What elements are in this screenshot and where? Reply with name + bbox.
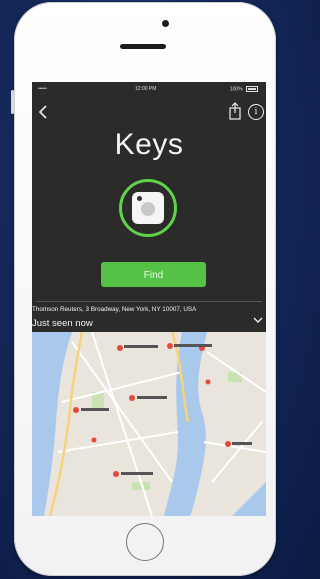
app-screen: ••••• 12:00 PM 100% i Keys Find Thomson … (32, 82, 266, 516)
status-time: 12:00 PM (135, 86, 157, 92)
side-button (11, 90, 14, 114)
location-address: Thomson Reuters, 3 Broadway, New York, N… (32, 306, 197, 313)
location-map[interactable] (32, 331, 266, 516)
share-button[interactable] (228, 102, 242, 120)
chevron-left-icon (38, 105, 47, 119)
divider (36, 301, 262, 302)
item-title: Keys (114, 128, 184, 161)
tile-device-ring[interactable] (119, 179, 177, 237)
tile-keyring-hole (137, 196, 142, 201)
earpiece-speaker (120, 44, 166, 49)
status-bar: ••••• 12:00 PM 100% (32, 82, 266, 96)
front-camera (162, 20, 169, 27)
battery-status: 100% (230, 86, 258, 92)
last-seen-text: Just seen now (32, 318, 93, 329)
find-button[interactable]: Find (101, 262, 206, 287)
battery-icon (246, 86, 258, 92)
carrier-signal: ••••• (38, 86, 47, 92)
back-button[interactable] (38, 104, 48, 123)
tile-device-icon (132, 192, 164, 224)
tile-logo-dot (141, 202, 155, 216)
info-icon: i (254, 107, 258, 117)
expand-button[interactable] (253, 312, 263, 323)
map-graphic (32, 331, 266, 516)
share-icon (229, 102, 241, 120)
battery-text: 100% (229, 86, 243, 93)
home-button[interactable] (126, 523, 164, 561)
phone-frame: ••••• 12:00 PM 100% i Keys Find Thomson … (11, 2, 276, 576)
chevron-down-icon (253, 317, 263, 323)
info-button[interactable]: i (248, 104, 264, 120)
